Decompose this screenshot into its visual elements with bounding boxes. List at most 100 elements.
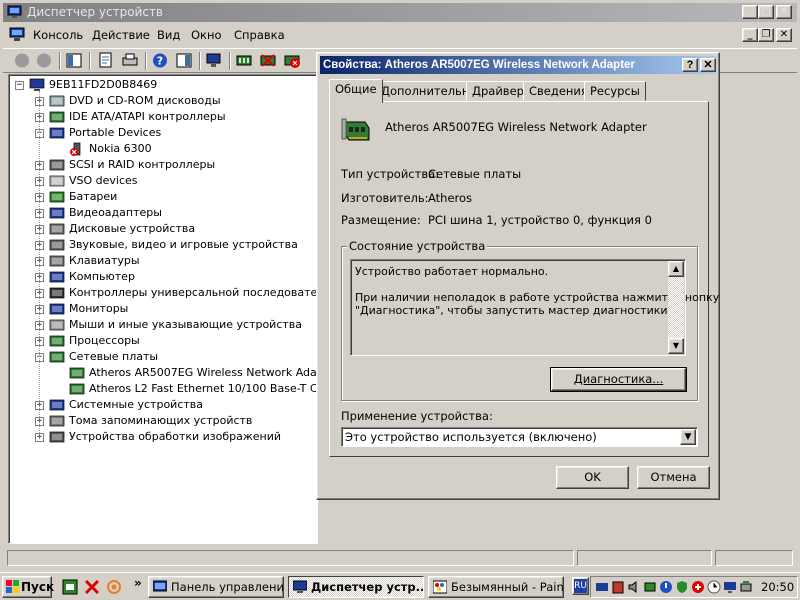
uninstall-device-icon[interactable]	[283, 52, 301, 69]
monitor-tray-icon[interactable]	[723, 580, 737, 594]
tree-category-label: Мониторы	[69, 302, 129, 315]
network-card-icon	[341, 118, 370, 141]
antivirus-icon[interactable]	[691, 580, 705, 594]
console-menu-icon[interactable]	[9, 27, 25, 42]
collapse-icon[interactable]: −	[15, 81, 24, 90]
tree-category-label: Сетевые платы	[69, 350, 159, 363]
battery-tray-icon[interactable]	[611, 580, 625, 594]
diagnostics-button[interactable]: Диагностика...	[550, 367, 687, 392]
tree-device-label: Atheros L2 Fast Ethernet 10/100 Base-T C…	[89, 382, 347, 395]
menu-view[interactable]: Вид	[157, 28, 180, 42]
chevron-down-icon[interactable]: ▼	[680, 429, 696, 445]
device-manager-task-icon	[293, 580, 307, 593]
task-control-panel[interactable]: Панель управления	[148, 576, 284, 598]
network-tray-icon[interactable]	[595, 580, 609, 594]
start-button[interactable]: Пуск	[2, 576, 54, 598]
clock-tray-icon[interactable]	[707, 580, 721, 594]
status-line-1: Устройство работает нормально.	[355, 265, 549, 278]
child-close-button[interactable]: ✕	[776, 28, 792, 42]
dialog-title-bar[interactable]: Свойства: Atheros AR5007EG Wireless Netw…	[320, 56, 716, 74]
processor-icon	[49, 334, 65, 348]
tree-category-label: Компьютер	[69, 270, 135, 283]
properties-icon[interactable]	[97, 52, 115, 69]
scan-hardware-icon[interactable]	[205, 52, 223, 69]
tree-category-label: Звуковые, видео и игровые устройства	[69, 238, 298, 251]
tab-driver[interactable]: Драйвер	[466, 81, 530, 101]
svg-text:?: ?	[157, 55, 163, 68]
show-hide-action-pane-icon[interactable]	[175, 52, 193, 69]
dialog-help-button[interactable]: ?	[682, 58, 698, 72]
mouse-icon	[49, 318, 65, 332]
safely-remove-icon[interactable]	[739, 580, 753, 594]
computer-icon	[29, 78, 45, 92]
phone-disabled-icon	[69, 142, 85, 156]
properties-dialog: Свойства: Atheros AR5007EG Wireless Netw…	[316, 52, 720, 500]
quicklaunch-icon-1[interactable]	[62, 579, 78, 595]
main-title-bar[interactable]: Диспетчер устройств _ □ ✕	[3, 3, 797, 22]
update-driver-icon[interactable]	[235, 52, 253, 69]
task-device-manager[interactable]: Диспетчер устр...	[288, 576, 424, 598]
show-hide-tree-icon[interactable]	[65, 52, 83, 69]
ok-button[interactable]: OK	[556, 466, 629, 489]
computer-icon	[49, 270, 65, 284]
dialog-close-button[interactable]: ✕	[700, 58, 716, 72]
quicklaunch-overflow[interactable]: »	[134, 576, 142, 590]
shield-icon[interactable]	[675, 580, 689, 594]
back-icon[interactable]	[13, 52, 31, 69]
device-usage-value: Это устройство используется (включено)	[345, 430, 597, 444]
disk-drive-icon	[49, 222, 65, 236]
device-status-group-title: Состояние устройства	[347, 239, 488, 253]
device-name: Atheros AR5007EG Wireless Network Adapte…	[385, 120, 647, 134]
tree-category-label: Portable Devices	[69, 126, 162, 139]
menu-window[interactable]: Окно	[191, 28, 222, 42]
child-minimize-button[interactable]: _	[742, 28, 758, 42]
status-bar	[3, 548, 797, 568]
disable-device-icon[interactable]	[259, 52, 277, 69]
language-indicator[interactable]: RU	[572, 577, 589, 595]
device-manager-icon	[7, 5, 22, 18]
location-value: PCI шина 1, устройство 0, функция 0	[428, 213, 652, 227]
usb-icon	[49, 286, 65, 300]
tree-category-label: Контроллеры универсальной последовательн…	[69, 286, 352, 299]
tree-category-label: Мыши и иные указывающие устройства	[69, 318, 303, 331]
status-scrollbar[interactable]: ▲ ▼	[668, 261, 684, 354]
quicklaunch-icon-2[interactable]	[84, 579, 100, 595]
taskbar: Пуск » Панель управления Диспетчер устр.…	[0, 572, 800, 600]
system-tray: 20:50	[590, 576, 798, 598]
tree-device-label: Atheros AR5007EG Wireless Network Adapte…	[89, 366, 340, 379]
storage-volume-icon	[49, 414, 65, 428]
tree-category-label: Клавиатуры	[69, 254, 140, 267]
menu-console[interactable]: Консоль	[33, 28, 83, 42]
forward-icon[interactable]	[35, 52, 53, 69]
tab-resources[interactable]: Ресурсы	[584, 81, 646, 101]
tree-category-label: SCSI и RAID контроллеры	[69, 158, 216, 171]
tree-category-label: Дисковые устройства	[69, 222, 196, 235]
task-paint[interactable]: Безымянный - Paint	[428, 576, 564, 598]
menu-help[interactable]: Справка	[234, 28, 285, 42]
tray-app-icon[interactable]	[643, 580, 657, 594]
help-icon[interactable]: ?	[151, 52, 169, 69]
tree-category-label: VSO devices	[69, 174, 138, 187]
child-restore-button[interactable]: ❐	[758, 28, 774, 42]
maximize-button[interactable]: □	[758, 5, 774, 19]
camera-icon	[49, 430, 65, 444]
diagnostics-button-label: Диагностика...	[573, 372, 664, 386]
minimize-button[interactable]: _	[742, 5, 758, 19]
volume-icon[interactable]	[627, 580, 641, 594]
status-line-3: При наличии неполадок в работе устройств…	[355, 291, 720, 304]
power-icon[interactable]	[659, 580, 673, 594]
control-panel-icon	[153, 580, 167, 592]
scroll-down-icon[interactable]: ▼	[668, 338, 684, 354]
close-button[interactable]: ✕	[776, 5, 792, 19]
print-icon[interactable]	[121, 52, 139, 69]
manufacturer-label: Изготовитель:	[341, 191, 429, 205]
status-line-4: "Диагностика", чтобы запустить мастер ди…	[355, 304, 672, 317]
device-tree[interactable]: −9EB11FD2D0B8469 + DVD и CD-ROM дисководы +…	[8, 74, 352, 544]
quicklaunch-icon-3[interactable]	[106, 579, 122, 595]
manufacturer-value: Atheros	[428, 191, 473, 205]
device-usage-select[interactable]: Это устройство используется (включено) ▼	[341, 427, 698, 447]
menu-action[interactable]: Действие	[92, 28, 150, 42]
tab-general[interactable]: Общие	[329, 79, 383, 103]
scroll-up-icon[interactable]: ▲	[668, 261, 684, 277]
cancel-button[interactable]: Отмена	[637, 466, 710, 489]
